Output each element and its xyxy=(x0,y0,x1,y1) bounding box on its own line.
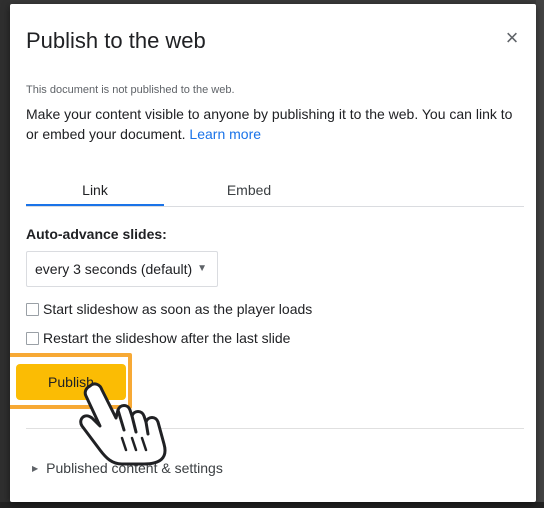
backdrop-bottom xyxy=(0,502,544,508)
restart-after-last-checkbox[interactable] xyxy=(26,331,39,345)
publish-status-text: This document is not published to the we… xyxy=(26,84,235,96)
learn-more-link[interactable]: Learn more xyxy=(189,126,261,142)
auto-advance-value: every 3 seconds (default) xyxy=(35,261,193,277)
start-on-load-option[interactable]: Start slideshow as soon as the player lo… xyxy=(26,299,312,319)
dropdown-caret-icon: ▼ xyxy=(197,263,207,274)
tab-bar: Link Embed xyxy=(26,176,524,207)
expand-triangle-icon: ▶ xyxy=(32,463,39,473)
close-icon[interactable]: × xyxy=(500,26,524,50)
restart-after-last-label: Restart the slideshow after the last sli… xyxy=(43,330,291,346)
auto-advance-label: Auto-advance slides: xyxy=(26,226,167,242)
start-on-load-checkbox[interactable] xyxy=(26,302,39,316)
auto-advance-select[interactable]: every 3 seconds (default) ▼ xyxy=(26,251,218,287)
tab-link[interactable]: Link xyxy=(26,176,164,206)
backdrop-left xyxy=(0,0,10,508)
description: Make your content visible to anyone by p… xyxy=(26,104,526,144)
hand-pointer-icon xyxy=(79,382,167,466)
dialog-title: Publish to the web xyxy=(26,28,206,53)
start-on-load-label: Start slideshow as soon as the player lo… xyxy=(43,301,313,317)
backdrop-right xyxy=(536,0,544,508)
tab-embed[interactable]: Embed xyxy=(196,176,302,205)
description-text: Make your content visible to anyone by p… xyxy=(26,106,513,142)
restart-after-last-option[interactable]: Restart the slideshow after the last sli… xyxy=(26,328,290,348)
